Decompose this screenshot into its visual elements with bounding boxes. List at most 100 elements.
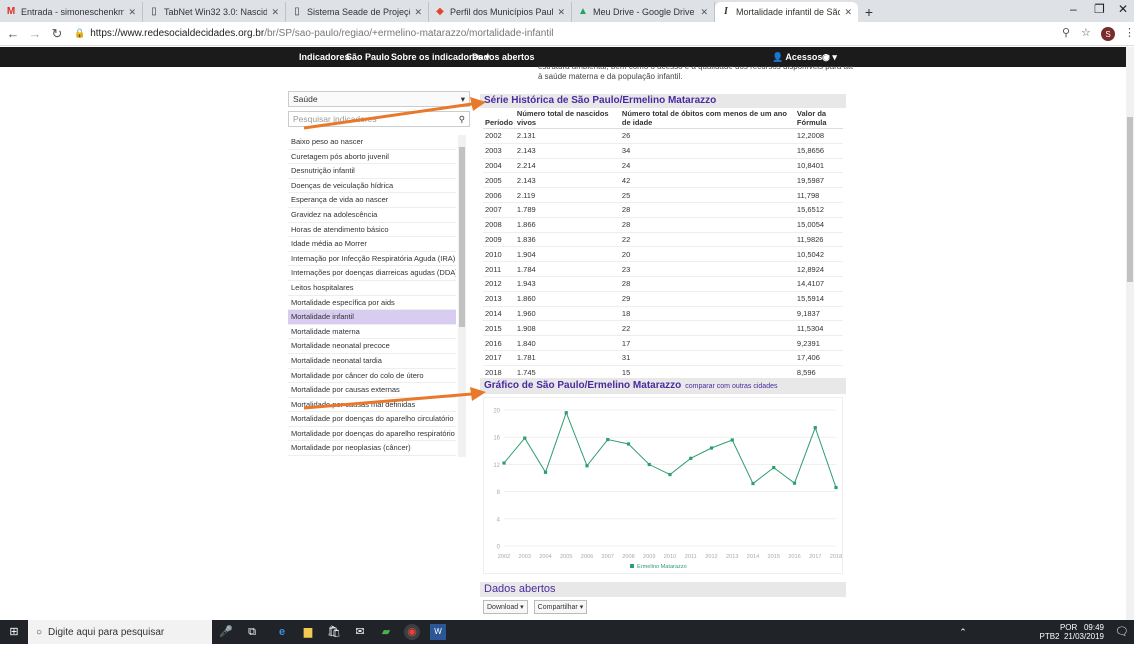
table-cell: 9,2391 [794, 335, 843, 351]
mail-icon[interactable]: ✉ [352, 624, 368, 640]
nav-sobre-label: Sobre os indicadores [391, 52, 483, 62]
table-row: 2009 1.836 22 11,9826 [483, 232, 843, 248]
notifications-icon[interactable]: 🗨 [1114, 624, 1130, 640]
tray-icons[interactable]: ⌃ ▭ ◁× [955, 624, 971, 669]
indicator-item[interactable]: Curetagem pós aborto juvenil [288, 150, 456, 165]
table-cell: 1.943 [514, 276, 620, 292]
star-icon[interactable]: ☆ [1081, 26, 1091, 39]
table-cell: 11,5304 [794, 320, 843, 337]
indicator-item[interactable]: Mortalidade por neoplasias (câncer) [288, 441, 456, 457]
y-tick-label: 20 [493, 409, 500, 415]
table-row: 2003 2.143 34 15,8656 [483, 143, 843, 159]
page-scrollbar[interactable] [1126, 47, 1134, 620]
table-cell: 22 [619, 320, 795, 337]
indicator-item[interactable]: Internação por Infecção Respiratória Agu… [288, 252, 456, 267]
indicator-item[interactable]: Mortalidade neonatal tardia [288, 354, 456, 369]
indicator-item[interactable]: Mortalidade específica por aids [288, 296, 456, 311]
indicator-item[interactable]: Desnutrição infantil [288, 164, 456, 179]
table-cell: 10,5042 [794, 246, 843, 263]
table-cell: 1.836 [514, 232, 620, 248]
indicator-item[interactable]: Idade média ao Morrer [288, 237, 456, 252]
series-table: Período Número total de nascidos vivos N… [483, 108, 843, 381]
table-row: 2010 1.904 20 10,5042 [483, 246, 843, 263]
data-point [813, 426, 817, 430]
browser-tab-seade[interactable]: ▯ Sistema Seade de Projeções Pop ✕ [286, 2, 429, 22]
x-tick-label: 2006 [581, 554, 593, 560]
indicator-item[interactable]: Horas de atendimento básico [288, 223, 456, 238]
close-icon[interactable]: ✕ [700, 7, 708, 18]
edge-icon[interactable]: e [274, 624, 290, 640]
compare-link[interactable]: comparar com outras cidades [685, 383, 777, 390]
data-point [585, 464, 589, 468]
close-icon[interactable]: ✕ [844, 7, 852, 18]
new-tab-button[interactable]: + [858, 2, 880, 22]
close-icon[interactable]: ✕ [557, 7, 565, 18]
scrollbar-thumb[interactable] [1127, 117, 1133, 282]
url-field[interactable]: 🔒 https://www.redesocialdecidades.org.br… [74, 24, 1074, 44]
browser-tab-drive[interactable]: ▲ Meu Drive - Google Drive ✕ [572, 2, 715, 22]
zoom-icon[interactable]: ⚲ [1062, 26, 1070, 39]
indicator-item[interactable]: Leitos hospitalares [288, 281, 456, 296]
reload-icon[interactable]: ↻ [48, 26, 66, 42]
nav-indicadores[interactable]: Indicadores [299, 52, 350, 62]
chrome-icon[interactable]: ◉ [404, 624, 420, 640]
taskbar-search-input[interactable]: ○ Digite aqui para pesquisar [28, 620, 212, 644]
indicator-item[interactable]: Esperança de vida ao nascer [288, 193, 456, 208]
word-icon[interactable]: W [430, 624, 446, 640]
indicator-item[interactable]: Gravidez na adolescência [288, 208, 456, 223]
table-cell: 10,8401 [794, 158, 843, 174]
indicator-item[interactable]: Doenças de veiculação hídrica [288, 179, 456, 194]
windows-start-icon[interactable]: ⊞ [6, 624, 22, 640]
menu-dots-icon[interactable]: ⋮ [1124, 26, 1134, 39]
globe-icon[interactable]: ◉ ▾ [822, 52, 837, 63]
indicator-item[interactable]: Internações por doenças diarreicas aguda… [288, 266, 456, 281]
close-icon[interactable]: ✕ [414, 7, 422, 18]
system-clock[interactable]: POR 09:49 PTB2 21/03/2019 [1039, 623, 1104, 641]
table-cell: 1.789 [514, 202, 620, 218]
address-bar: ← → ↻ 🔒 https://www.redesocialdecidades.… [0, 22, 1134, 46]
maximize-icon[interactable]: ❐ [1094, 2, 1105, 16]
browser-tab-tabnet[interactable]: ▯ TabNet Win32 3.0: Nascidos Vivo✕ [143, 2, 286, 22]
nav-acessos[interactable]: 👤 Acessos ▾ [772, 52, 829, 63]
browser-tab-perfil[interactable]: ◆ Perfil dos Municípios Paulistas |✕ [429, 2, 572, 22]
store-icon[interactable]: 🛍 [326, 624, 342, 640]
indicator-item[interactable]: Mortalidade por câncer do colo de útero [288, 369, 456, 384]
indicator-item[interactable]: Mortalidade neonatal precoce [288, 339, 456, 354]
nav-sao-paulo[interactable]: São Paulo [346, 52, 390, 62]
share-button[interactable]: Compartilhar ▾ [533, 600, 588, 614]
indicator-item[interactable]: Mortalidade por doenças do aparelho resp… [288, 427, 456, 442]
table-cell: 14,4107 [794, 276, 843, 292]
file-explorer-icon[interactable]: ▆ [300, 624, 316, 640]
task-view-icon[interactable]: ⧉ [244, 624, 260, 640]
back-icon[interactable]: ← [4, 26, 22, 41]
nav-dados-abertos[interactable]: Dados abertos [472, 52, 535, 62]
table-cell: 2013 [483, 291, 515, 307]
table-cell: 2005 [483, 172, 515, 189]
download-button[interactable]: Download ▾ [483, 600, 528, 614]
page-icon: ▯ [151, 6, 157, 17]
chart-title: Gráfico de São Paulo/Ermelino Matarazzo [484, 380, 682, 391]
series-line [503, 411, 837, 488]
forward-icon[interactable]: → [26, 26, 44, 41]
browser-tab-mortalidade[interactable]: I Mortalidade infantil de São Paulo✕ [715, 2, 858, 22]
indicator-item[interactable]: Mortalidade materna [288, 325, 456, 340]
microphone-icon[interactable]: 🎤 [218, 624, 234, 640]
close-icon[interactable]: ✕ [271, 7, 279, 18]
minimize-icon[interactable]: – [1070, 2, 1077, 16]
table-cell: 24 [619, 158, 795, 174]
table-cell: 1.866 [514, 217, 620, 233]
app-icon[interactable]: ▰ [378, 624, 394, 640]
data-point [792, 481, 797, 485]
indicator-item[interactable]: Baixo peso ao nascer [288, 135, 456, 150]
close-icon[interactable]: ✕ [128, 7, 136, 18]
scrollbar-thumb[interactable] [459, 147, 465, 327]
table-cell: 20 [619, 246, 795, 263]
table-cell: 2014 [483, 306, 515, 322]
table-row: 2017 1.781 31 17,406 [483, 350, 843, 366]
acessos-label: Acessos [785, 52, 823, 62]
close-window-icon[interactable]: ✕ [1118, 2, 1128, 16]
windows-taskbar: ⊞ ○ Digite aqui para pesquisar 🎤 ⧉ e ▆ 🛍 … [0, 620, 1134, 669]
browser-tab-gmail[interactable]: M Entrada - simoneschenkman@u ✕ [0, 2, 143, 22]
profile-avatar[interactable]: S [1101, 27, 1115, 41]
indicator-item[interactable]: Mortalidade infantil [288, 310, 456, 325]
